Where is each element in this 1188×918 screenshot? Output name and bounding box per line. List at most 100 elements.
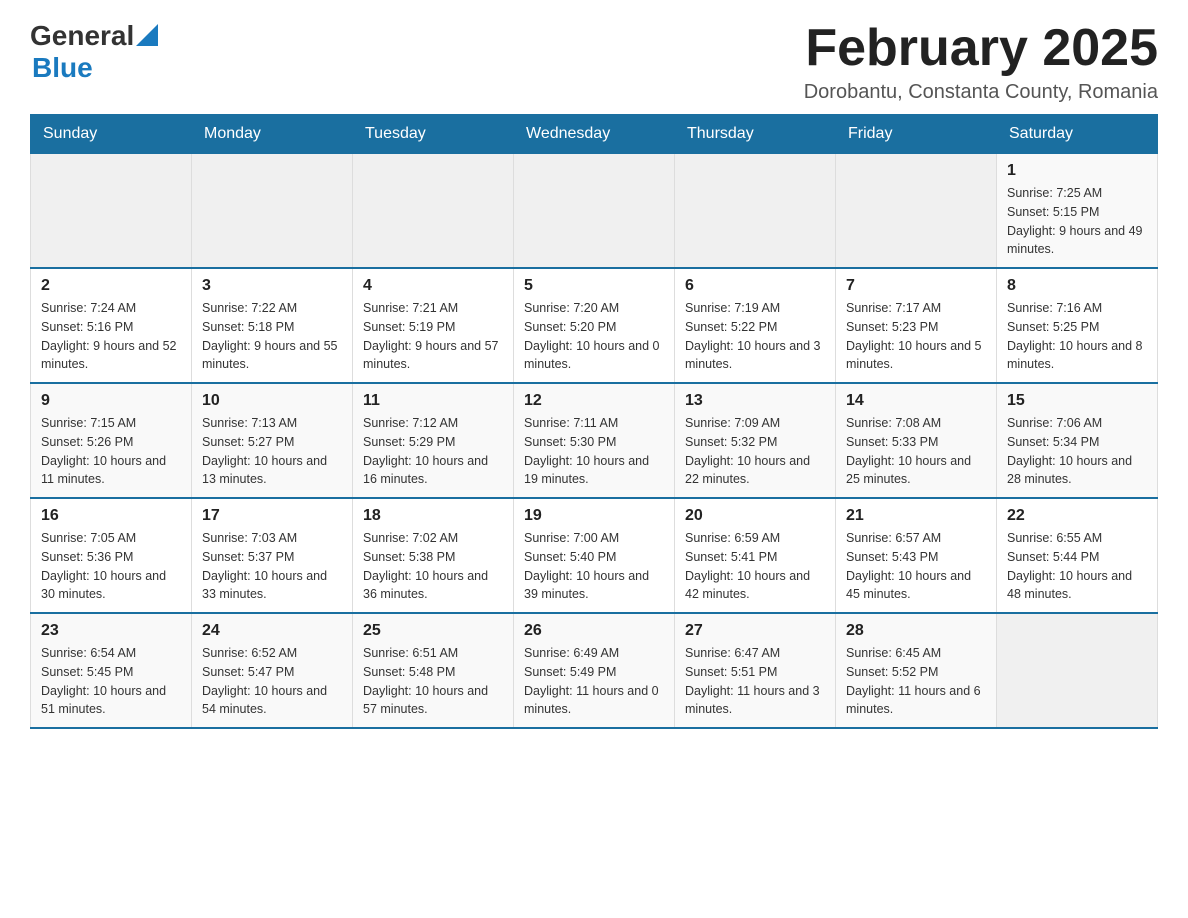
day-info: Sunrise: 7:00 AM Sunset: 5:40 PM Dayligh…: [524, 529, 664, 604]
logo-triangle-icon: [136, 24, 158, 46]
day-number: 10: [202, 392, 342, 410]
day-number: 1: [1007, 162, 1147, 180]
calendar-cell: [353, 154, 514, 269]
location-subtitle: Dorobantu, Constanta County, Romania: [804, 81, 1158, 104]
logo-general-text: General: [30, 20, 134, 52]
calendar-cell: 28 Sunrise: 6:45 AM Sunset: 5:52 PM Dayli…: [836, 613, 997, 728]
day-info: Sunrise: 7:15 AM Sunset: 5:26 PM Dayligh…: [41, 414, 181, 489]
calendar-cell: [514, 154, 675, 269]
calendar-cell: 7 Sunrise: 7:17 AM Sunset: 5:23 PM Daylig…: [836, 268, 997, 383]
days-of-week-row: SundayMondayTuesdayWednesdayThursdayFrid…: [31, 115, 1158, 154]
day-number: 7: [846, 277, 986, 295]
calendar-cell: 2 Sunrise: 7:24 AM Sunset: 5:16 PM Daylig…: [31, 268, 192, 383]
logo-blue-text: Blue: [32, 52, 93, 84]
day-number: 2: [41, 277, 181, 295]
day-number: 24: [202, 622, 342, 640]
day-info: Sunrise: 7:20 AM Sunset: 5:20 PM Dayligh…: [524, 299, 664, 374]
calendar-cell: [675, 154, 836, 269]
day-info: Sunrise: 7:06 AM Sunset: 5:34 PM Dayligh…: [1007, 414, 1147, 489]
day-number: 14: [846, 392, 986, 410]
day-number: 8: [1007, 277, 1147, 295]
day-info: Sunrise: 7:17 AM Sunset: 5:23 PM Dayligh…: [846, 299, 986, 374]
day-number: 4: [363, 277, 503, 295]
month-title: February 2025: [804, 20, 1158, 77]
day-number: 23: [41, 622, 181, 640]
day-info: Sunrise: 7:05 AM Sunset: 5:36 PM Dayligh…: [41, 529, 181, 604]
calendar-table: SundayMondayTuesdayWednesdayThursdayFrid…: [30, 114, 1158, 729]
weekday-header-saturday: Saturday: [997, 115, 1158, 154]
weekday-header-tuesday: Tuesday: [353, 115, 514, 154]
calendar-cell: 23Sunrise: 6:54 AM Sunset: 5:45 PM Dayli…: [31, 613, 192, 728]
calendar-cell: 14Sunrise: 7:08 AM Sunset: 5:33 PM Dayli…: [836, 383, 997, 498]
day-info: Sunrise: 7:22 AM Sunset: 5:18 PM Dayligh…: [202, 299, 342, 374]
day-number: 15: [1007, 392, 1147, 410]
calendar-cell: 1 Sunrise: 7:25 AM Sunset: 5:15 PM Daylig…: [997, 154, 1158, 269]
calendar-week-4: 16 Sunrise: 7:05 AM Sunset: 5:36 PM Dayli…: [31, 498, 1158, 613]
weekday-header-monday: Monday: [192, 115, 353, 154]
day-number: 28: [846, 622, 986, 640]
logo-top: General: [30, 20, 158, 52]
day-number: 26: [524, 622, 664, 640]
calendar-cell: 18 Sunrise: 7:02 AM Sunset: 5:38 PM Dayli…: [353, 498, 514, 613]
calendar-cell: 12 Sunrise: 7:11 AM Sunset: 5:30 PM Dayli…: [514, 383, 675, 498]
day-number: 18: [363, 507, 503, 525]
title-section: February 2025 Dorobantu, Constanta Count…: [804, 20, 1158, 104]
calendar-body: 1 Sunrise: 7:25 AM Sunset: 5:15 PM Daylig…: [31, 154, 1158, 729]
weekday-header-thursday: Thursday: [675, 115, 836, 154]
day-info: Sunrise: 6:52 AM Sunset: 5:47 PM Dayligh…: [202, 644, 342, 719]
day-number: 17: [202, 507, 342, 525]
day-info: Sunrise: 7:21 AM Sunset: 5:19 PM Dayligh…: [363, 299, 503, 374]
day-info: Sunrise: 7:03 AM Sunset: 5:37 PM Dayligh…: [202, 529, 342, 604]
day-info: Sunrise: 6:57 AM Sunset: 5:43 PM Dayligh…: [846, 529, 986, 604]
calendar-cell: 25 Sunrise: 6:51 AM Sunset: 5:48 PM Dayli…: [353, 613, 514, 728]
day-number: 16: [41, 507, 181, 525]
calendar-cell: 9Sunrise: 7:15 AM Sunset: 5:26 PM Daylig…: [31, 383, 192, 498]
calendar-cell: [192, 154, 353, 269]
logo-bottom: Blue: [32, 52, 158, 84]
calendar-cell: 21Sunrise: 6:57 AM Sunset: 5:43 PM Dayli…: [836, 498, 997, 613]
day-info: Sunrise: 6:45 AM Sunset: 5:52 PM Dayligh…: [846, 644, 986, 719]
day-number: 12: [524, 392, 664, 410]
calendar-cell: 16 Sunrise: 7:05 AM Sunset: 5:36 PM Dayli…: [31, 498, 192, 613]
day-info: Sunrise: 7:12 AM Sunset: 5:29 PM Dayligh…: [363, 414, 503, 489]
calendar-cell: 11Sunrise: 7:12 AM Sunset: 5:29 PM Dayli…: [353, 383, 514, 498]
weekday-header-friday: Friday: [836, 115, 997, 154]
weekday-header-wednesday: Wednesday: [514, 115, 675, 154]
calendar-cell: [836, 154, 997, 269]
calendar-cell: 19 Sunrise: 7:00 AM Sunset: 5:40 PM Dayli…: [514, 498, 675, 613]
day-number: 19: [524, 507, 664, 525]
calendar-cell: 27Sunrise: 6:47 AM Sunset: 5:51 PM Dayli…: [675, 613, 836, 728]
calendar-cell: 3 Sunrise: 7:22 AM Sunset: 5:18 PM Daylig…: [192, 268, 353, 383]
day-number: 25: [363, 622, 503, 640]
day-info: Sunrise: 6:55 AM Sunset: 5:44 PM Dayligh…: [1007, 529, 1147, 604]
day-info: Sunrise: 7:09 AM Sunset: 5:32 PM Dayligh…: [685, 414, 825, 489]
calendar-cell: 26 Sunrise: 6:49 AM Sunset: 5:49 PM Dayli…: [514, 613, 675, 728]
calendar-cell: [31, 154, 192, 269]
calendar-cell: 15 Sunrise: 7:06 AM Sunset: 5:34 PM Dayli…: [997, 383, 1158, 498]
weekday-header-sunday: Sunday: [31, 115, 192, 154]
day-info: Sunrise: 6:47 AM Sunset: 5:51 PM Dayligh…: [685, 644, 825, 719]
calendar-cell: 24 Sunrise: 6:52 AM Sunset: 5:47 PM Dayli…: [192, 613, 353, 728]
calendar-cell: 5Sunrise: 7:20 AM Sunset: 5:20 PM Daylig…: [514, 268, 675, 383]
day-info: Sunrise: 7:11 AM Sunset: 5:30 PM Dayligh…: [524, 414, 664, 489]
day-info: Sunrise: 6:51 AM Sunset: 5:48 PM Dayligh…: [363, 644, 503, 719]
calendar-cell: 4 Sunrise: 7:21 AM Sunset: 5:19 PM Daylig…: [353, 268, 514, 383]
calendar-week-5: 23Sunrise: 6:54 AM Sunset: 5:45 PM Dayli…: [31, 613, 1158, 728]
day-number: 3: [202, 277, 342, 295]
calendar-cell: [997, 613, 1158, 728]
day-info: Sunrise: 6:49 AM Sunset: 5:49 PM Dayligh…: [524, 644, 664, 719]
calendar-cell: 10 Sunrise: 7:13 AM Sunset: 5:27 PM Dayli…: [192, 383, 353, 498]
day-number: 13: [685, 392, 825, 410]
day-number: 22: [1007, 507, 1147, 525]
day-number: 6: [685, 277, 825, 295]
calendar-cell: 22 Sunrise: 6:55 AM Sunset: 5:44 PM Dayli…: [997, 498, 1158, 613]
day-info: Sunrise: 7:13 AM Sunset: 5:27 PM Dayligh…: [202, 414, 342, 489]
calendar-header: SundayMondayTuesdayWednesdayThursdayFrid…: [31, 115, 1158, 154]
page-header: General Blue February 2025 Dorobantu, Co…: [30, 20, 1158, 104]
day-info: Sunrise: 7:19 AM Sunset: 5:22 PM Dayligh…: [685, 299, 825, 374]
day-info: Sunrise: 6:59 AM Sunset: 5:41 PM Dayligh…: [685, 529, 825, 604]
calendar-week-1: 1 Sunrise: 7:25 AM Sunset: 5:15 PM Daylig…: [31, 154, 1158, 269]
day-info: Sunrise: 7:24 AM Sunset: 5:16 PM Dayligh…: [41, 299, 181, 374]
day-info: Sunrise: 7:02 AM Sunset: 5:38 PM Dayligh…: [363, 529, 503, 604]
day-info: Sunrise: 7:25 AM Sunset: 5:15 PM Dayligh…: [1007, 184, 1147, 259]
